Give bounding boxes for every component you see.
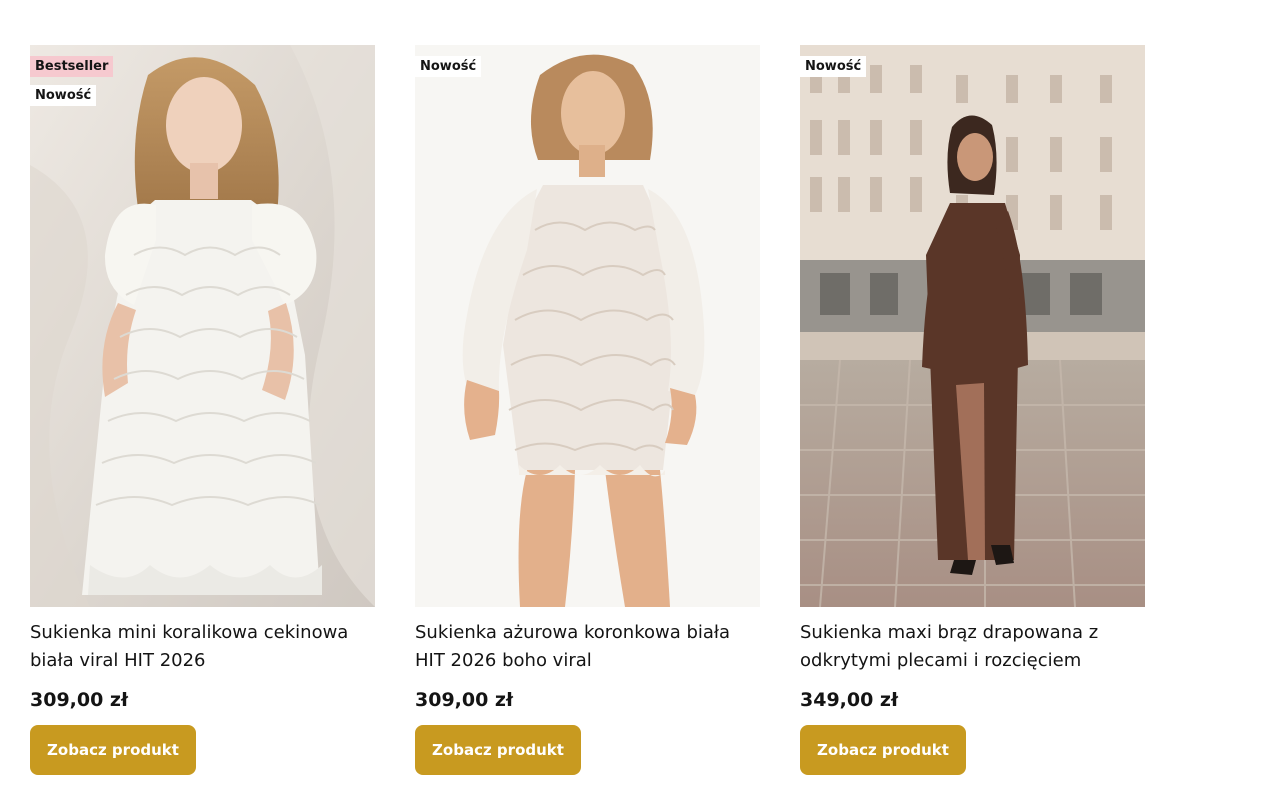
view-product-button[interactable]: Zobacz produkt — [415, 725, 581, 775]
product-badges: Bestseller Nowość — [30, 56, 114, 106]
product-grid: Bestseller Nowość Sukienka mini koraliko… — [30, 45, 1145, 775]
new-badge: Nowość — [30, 85, 97, 106]
product-title[interactable]: Sukienka ażurowa koronkowa biała HIT 202… — [415, 619, 760, 675]
product-image-link[interactable]: Bestseller Nowość — [30, 45, 375, 607]
bestseller-badge: Bestseller — [30, 56, 114, 77]
new-badge: Nowość — [415, 56, 482, 77]
product-title[interactable]: Sukienka mini koralikowa cekinowa biała … — [30, 619, 375, 675]
product-badges: Nowość — [415, 56, 482, 77]
product-image-link[interactable]: Nowość — [800, 45, 1145, 607]
product-photo-white-beaded-mini-dress — [30, 45, 375, 607]
view-product-button[interactable]: Zobacz produkt — [800, 725, 966, 775]
product-photo-brown-maxi-dress-street — [800, 45, 1145, 607]
product-card: Bestseller Nowość Sukienka mini koraliko… — [30, 45, 375, 775]
product-title[interactable]: Sukienka maxi brąz drapowana z odkrytymi… — [800, 619, 1145, 675]
product-card: Nowość Sukienka ażurowa koronkowa biała … — [415, 45, 760, 775]
product-price: 349,00 zł — [800, 689, 899, 711]
product-card: Nowość Sukienka maxi brąz drapowana z od… — [800, 45, 1145, 775]
new-badge: Nowość — [800, 56, 867, 77]
product-badges: Nowość — [800, 56, 867, 77]
product-price: 309,00 zł — [30, 689, 129, 711]
product-image-link[interactable]: Nowość — [415, 45, 760, 607]
view-product-button[interactable]: Zobacz produkt — [30, 725, 196, 775]
product-price: 309,00 zł — [415, 689, 514, 711]
product-photo-white-lace-mini-dress — [415, 45, 760, 607]
